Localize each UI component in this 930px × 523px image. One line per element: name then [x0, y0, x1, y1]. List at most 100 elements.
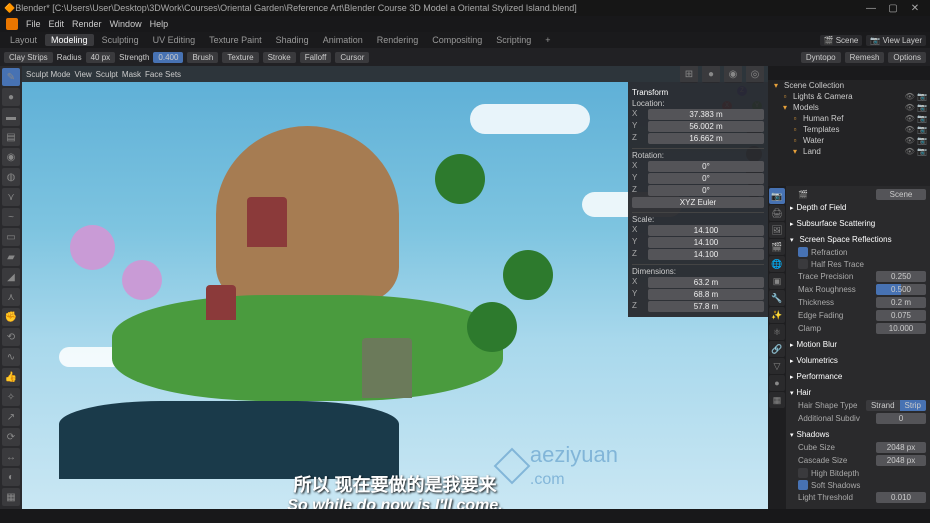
prop-tab-particles[interactable]: ✨ [769, 307, 785, 323]
outliner-item[interactable]: ▫Human Ref👁 📷 [768, 113, 930, 124]
close-button[interactable]: ✕ [904, 3, 926, 14]
prop-tab-physics[interactable]: ⚛ [769, 324, 785, 340]
loc-x-field[interactable]: 37.383 m [648, 109, 764, 120]
scale-z-field[interactable]: 14.100 [648, 249, 764, 260]
tool-blob[interactable]: ◍ [2, 168, 20, 186]
menu-file[interactable]: File [26, 19, 41, 29]
scale-x-field[interactable]: 14.100 [648, 225, 764, 236]
scene-dropdown[interactable]: 🎬 Scene [820, 35, 863, 46]
clamp-field[interactable]: 10.000 [876, 323, 926, 334]
falloff-menu[interactable]: Falloff [300, 52, 332, 63]
prop-tab-texture[interactable]: ▦ [769, 392, 785, 408]
dim-y-field[interactable]: 68.8 m [648, 289, 764, 300]
halfres-checkbox[interactable] [798, 259, 808, 269]
loc-z-field[interactable]: 16.662 m [648, 133, 764, 144]
tool-faceset[interactable]: ▦ [2, 488, 20, 506]
refraction-checkbox[interactable] [798, 247, 808, 257]
vp-menu-facesets[interactable]: Face Sets [145, 70, 181, 79]
outliner-item[interactable]: ▫Lights & Camera👁 📷 [768, 91, 930, 102]
tool-mask[interactable]: ◐ [2, 468, 20, 486]
shadow-panel[interactable]: Shadows [790, 428, 926, 441]
cube-field[interactable]: 2048 px [876, 442, 926, 453]
viewport[interactable]: Sculpt Mode View Sculpt Mask Face Sets ⊞… [22, 66, 768, 523]
prop-tab-render[interactable]: 📷 [769, 188, 785, 204]
tab-rendering[interactable]: Rendering [371, 34, 425, 46]
trace-field[interactable]: 0.250 [876, 271, 926, 282]
tool-smooth[interactable]: ~ [2, 208, 20, 226]
mode-select[interactable]: Sculpt Mode [26, 70, 70, 79]
tool-inflate[interactable]: ◉ [2, 148, 20, 166]
tab-sculpting[interactable]: Sculpting [96, 34, 145, 46]
tab-compositing[interactable]: Compositing [426, 34, 488, 46]
tool-elastic[interactable]: ⟲ [2, 328, 20, 346]
cursor-menu[interactable]: Cursor [335, 52, 369, 63]
brush-menu[interactable]: Brush [187, 52, 218, 63]
scene-name[interactable]: Scene [876, 189, 926, 200]
rot-x-field[interactable]: 0° [648, 161, 764, 172]
menu-render[interactable]: Render [72, 19, 102, 29]
ssr-panel[interactable]: Screen Space Reflections [790, 233, 926, 246]
remesh-menu[interactable]: Remesh [845, 52, 885, 63]
prop-tab-material[interactable]: ● [769, 375, 785, 391]
loc-y-field[interactable]: 56.002 m [648, 121, 764, 132]
outliner-item[interactable]: ▫Water👁 📷 [768, 135, 930, 146]
outliner-root[interactable]: ▾Scene Collection [768, 80, 930, 91]
menu-help[interactable]: Help [150, 19, 169, 29]
tab-modeling[interactable]: Modeling [45, 34, 94, 46]
viewlayer-dropdown[interactable]: 📷 View Layer [866, 35, 926, 46]
shading-wire-icon[interactable]: ⊞ [680, 66, 698, 83]
scale-y-field[interactable]: 14.100 [648, 237, 764, 248]
dof-panel[interactable]: Depth of Field [790, 201, 926, 214]
vp-menu-sculpt[interactable]: Sculpt [96, 70, 118, 79]
tool-fill[interactable]: ▰ [2, 248, 20, 266]
tool-rotate[interactable]: ⟳ [2, 428, 20, 446]
outliner-search[interactable] [768, 66, 930, 80]
tool-scrape[interactable]: ◢ [2, 268, 20, 286]
tab-shading[interactable]: Shading [270, 34, 315, 46]
vp-menu-mask[interactable]: Mask [122, 70, 141, 79]
cascade-field[interactable]: 2048 px [876, 455, 926, 466]
hair-panel[interactable]: Hair [790, 386, 926, 399]
tool-pinch[interactable]: ⋏ [2, 288, 20, 306]
dim-x-field[interactable]: 63.2 m [648, 277, 764, 288]
tab-layout[interactable]: Layout [4, 34, 43, 46]
stroke-menu[interactable]: Stroke [263, 52, 296, 63]
menu-window[interactable]: Window [110, 19, 142, 29]
tool-snake[interactable]: ∿ [2, 348, 20, 366]
tab-texpaint[interactable]: Texture Paint [203, 34, 268, 46]
transform-header[interactable]: Transform [632, 86, 764, 99]
softshadow-checkbox[interactable] [798, 480, 808, 490]
thick-field[interactable]: 0.2 m [876, 297, 926, 308]
vol-panel[interactable]: Volumetrics [790, 354, 926, 367]
perf-panel[interactable]: Performance [790, 370, 926, 383]
fade-field[interactable]: 0.075 [876, 310, 926, 321]
mblur-panel[interactable]: Motion Blur [790, 338, 926, 351]
options-menu[interactable]: Options [888, 52, 926, 63]
outliner-item[interactable]: ▾Models👁 📷 [768, 102, 930, 113]
thresh-field[interactable]: 0.010 [876, 492, 926, 503]
prop-tab-data[interactable]: ▽ [769, 358, 785, 374]
tool-nudge[interactable]: ↗ [2, 408, 20, 426]
tool-flatten[interactable]: ▭ [2, 228, 20, 246]
radius-field[interactable]: 40 px [86, 52, 116, 63]
texture-menu[interactable]: Texture [222, 52, 258, 63]
tool-crease[interactable]: ⋎ [2, 188, 20, 206]
rot-z-field[interactable]: 0° [648, 185, 764, 196]
rot-y-field[interactable]: 0° [648, 173, 764, 184]
tool-slide[interactable]: ↔ [2, 448, 20, 466]
prop-tab-modifiers[interactable]: 🔧 [769, 290, 785, 306]
vp-menu-view[interactable]: View [74, 70, 91, 79]
tab-animation[interactable]: Animation [317, 34, 369, 46]
tab-uv[interactable]: UV Editing [147, 34, 202, 46]
rotation-mode[interactable]: XYZ Euler [632, 197, 764, 208]
prop-tab-constraints[interactable]: 🔗 [769, 341, 785, 357]
tool-draw[interactable]: ✎ [2, 68, 20, 86]
tab-add[interactable]: + [539, 34, 556, 46]
brush-select[interactable]: Clay Strips [4, 52, 53, 63]
shading-solid-icon[interactable]: ● [702, 66, 720, 83]
shading-matcap-icon[interactable]: ◉ [724, 66, 742, 83]
outliner-item[interactable]: ▫Templates👁 📷 [768, 124, 930, 135]
shading-render-icon[interactable]: ◎ [746, 66, 764, 83]
bitdepth-checkbox[interactable] [798, 468, 808, 478]
rough-field[interactable]: 0.500 [876, 284, 926, 295]
